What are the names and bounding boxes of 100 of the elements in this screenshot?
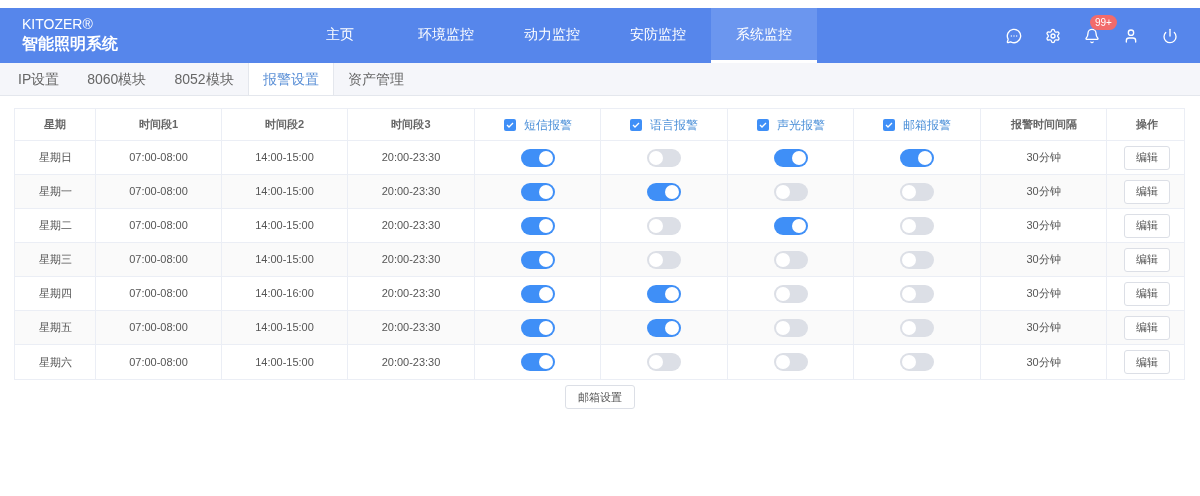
column-header: 语言报警 (650, 116, 698, 134)
toggle-switch[interactable] (900, 353, 934, 371)
tab[interactable]: 资产管理 (333, 63, 418, 95)
nav-item[interactable]: 环境监控 (393, 8, 499, 63)
toggle-switch[interactable] (900, 284, 934, 303)
column-header: 短信报警 (523, 116, 572, 134)
column-header: 时间段2 (264, 117, 305, 133)
toggle-switch[interactable] (520, 250, 555, 269)
toggle-switch[interactable] (900, 318, 934, 337)
toggle-switch[interactable] (773, 353, 808, 371)
table-cell: 20:00-23:30 (348, 141, 475, 174)
checkbox[interactable] (630, 118, 642, 131)
toggle-switch[interactable] (520, 182, 555, 201)
table-cell: 20:00-23:30 (348, 345, 475, 379)
table-cell: 星期三 (15, 243, 96, 276)
toggle-switch[interactable] (647, 284, 681, 303)
checkbox[interactable] (883, 118, 895, 131)
user-icon[interactable] (1123, 27, 1139, 44)
toggle-switch[interactable] (520, 148, 555, 167)
toggle-switch[interactable] (647, 250, 681, 269)
bell-icon[interactable] (1084, 27, 1100, 44)
app-title: 智能照明系统 (22, 34, 119, 54)
edit-button[interactable]: 编辑 (1123, 350, 1170, 374)
toggle-switch[interactable] (773, 284, 808, 303)
toggle-switch[interactable] (647, 353, 681, 371)
table-cell: 星期六 (15, 345, 96, 379)
nav-item[interactable]: 系统监控 (711, 8, 817, 63)
table-cell: 30分钟 (981, 243, 1107, 276)
table-cell: 14:00-16:00 (222, 277, 348, 310)
toggle-switch[interactable] (773, 216, 808, 235)
table-cell: 20:00-23:30 (348, 277, 475, 310)
table-cell: 星期四 (15, 277, 96, 310)
column-header: 操作 (1135, 117, 1158, 133)
toggle-switch[interactable] (773, 250, 808, 269)
table-cell: 20:00-23:30 (348, 243, 475, 276)
toggle-switch[interactable] (900, 216, 934, 235)
toggle-switch[interactable] (520, 216, 555, 235)
edit-button[interactable]: 编辑 (1123, 179, 1170, 204)
toggle-switch[interactable] (773, 182, 808, 201)
edit-button[interactable]: 编辑 (1123, 145, 1170, 170)
brand-name: KITOZER® (22, 16, 94, 33)
table-cell: 14:00-15:00 (222, 311, 348, 344)
tab[interactable]: 8060模块 (73, 63, 161, 95)
table-cell: 星期五 (15, 311, 96, 344)
column-header: 邮箱报警 (903, 116, 951, 134)
table-cell: 20:00-23:30 (348, 311, 475, 344)
column-header: 声光报警 (776, 116, 825, 134)
checkbox[interactable] (503, 118, 516, 131)
mail-settings-button[interactable]: 邮箱设置 (565, 385, 635, 409)
nav-item[interactable]: 安防监控 (605, 8, 711, 63)
table-cell: 星期二 (15, 209, 96, 242)
table-cell: 07:00-08:00 (96, 243, 222, 276)
table-cell: 30分钟 (981, 209, 1107, 242)
table-cell: 星期一 (15, 175, 96, 208)
table-cell: 07:00-08:00 (96, 209, 222, 242)
toggle-switch[interactable] (520, 284, 555, 303)
nav-item[interactable]: 主页 (287, 8, 393, 63)
chat-icon[interactable] (1006, 27, 1022, 44)
checkbox[interactable] (756, 118, 769, 131)
toggle-switch[interactable] (900, 148, 934, 167)
toggle-switch[interactable] (647, 148, 681, 167)
toggle-switch[interactable] (647, 182, 681, 201)
column-header: 星期 (44, 117, 66, 133)
table-cell: 14:00-15:00 (222, 209, 348, 242)
edit-button[interactable]: 编辑 (1123, 247, 1170, 272)
column-header: 时间段1 (138, 117, 179, 133)
table-cell: 07:00-08:00 (96, 277, 222, 310)
nav-item[interactable]: 动力监控 (499, 8, 605, 63)
toggle-switch[interactable] (773, 148, 808, 167)
table-cell: 07:00-08:00 (96, 175, 222, 208)
table-cell: 20:00-23:30 (348, 175, 475, 208)
edit-button[interactable]: 编辑 (1123, 315, 1170, 340)
table-cell: 30分钟 (981, 277, 1107, 310)
table-cell: 30分钟 (981, 175, 1107, 208)
edit-button[interactable]: 编辑 (1123, 213, 1170, 238)
table-cell: 14:00-15:00 (222, 175, 348, 208)
table-cell: 30分钟 (981, 345, 1107, 379)
power-icon[interactable] (1162, 27, 1178, 44)
table-cell: 14:00-15:00 (222, 243, 348, 276)
table-cell: 07:00-08:00 (96, 345, 222, 379)
toggle-switch[interactable] (900, 250, 934, 269)
table-cell: 14:00-15:00 (222, 141, 348, 174)
toggle-switch[interactable] (900, 182, 934, 201)
toggle-switch[interactable] (520, 318, 555, 337)
tab[interactable]: 报警设置 (247, 63, 334, 95)
table-cell: 07:00-08:00 (96, 141, 222, 174)
toggle-switch[interactable] (773, 318, 808, 337)
toggle-switch[interactable] (647, 216, 681, 235)
tab[interactable]: 8052模块 (160, 63, 248, 95)
toggle-switch[interactable] (520, 353, 555, 371)
table-cell: 14:00-15:00 (222, 345, 348, 379)
table-cell: 星期日 (15, 141, 96, 174)
table-cell: 30分钟 (981, 311, 1107, 344)
settings-icon[interactable] (1045, 27, 1061, 44)
notification-badge: 99+ (1090, 14, 1117, 30)
column-header: 报警时间间隔 (1010, 117, 1077, 133)
toggle-switch[interactable] (647, 318, 681, 337)
table-cell: 07:00-08:00 (96, 311, 222, 344)
tab[interactable]: IP设置 (4, 63, 74, 95)
edit-button[interactable]: 编辑 (1123, 281, 1170, 306)
